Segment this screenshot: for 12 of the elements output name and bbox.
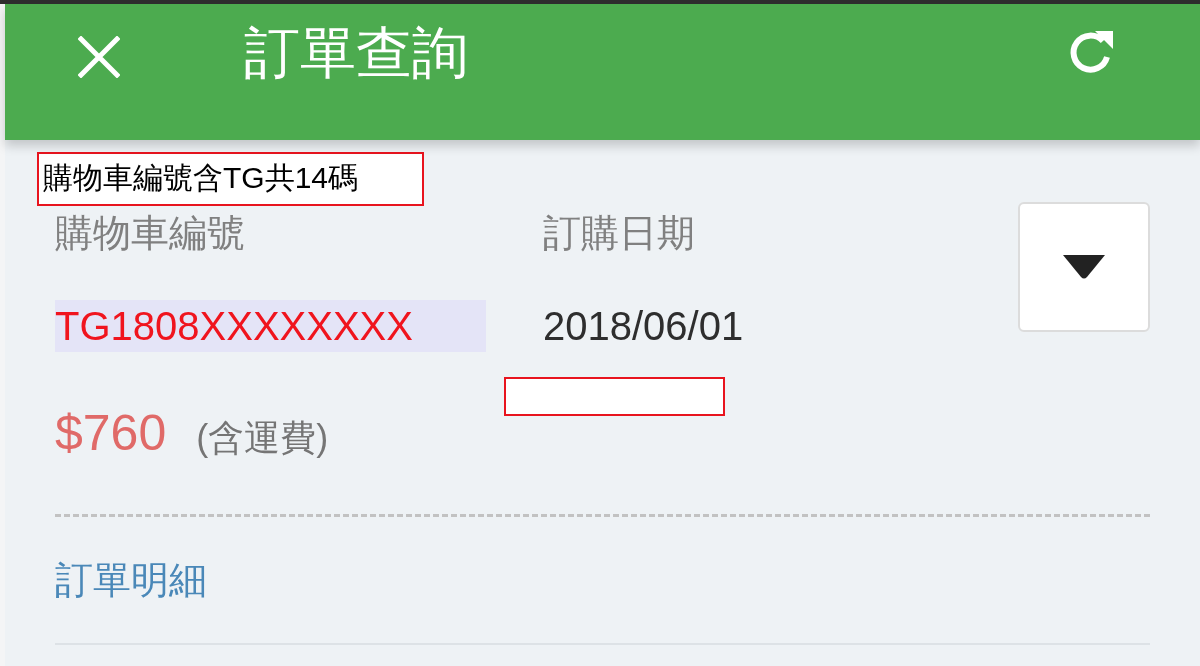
field-label: 訂購日期 (543, 211, 695, 256)
field-label: 購物車編號 (55, 211, 245, 256)
order-date: 2018/06/01 (543, 303, 744, 350)
close-icon (78, 36, 120, 78)
dropdown-button[interactable] (1018, 202, 1150, 332)
cart-number: TG1808XXXXXXXX (55, 300, 486, 352)
annotation-note: 購物車編號含TG共14碼 (37, 152, 424, 206)
price-note: (含運費) (196, 416, 329, 460)
caret-icon (1063, 255, 1105, 279)
order-total: $760 (55, 404, 167, 462)
order-details-link[interactable]: 訂單明細 (55, 557, 207, 603)
page-title: 訂單查詢 (244, 21, 468, 85)
